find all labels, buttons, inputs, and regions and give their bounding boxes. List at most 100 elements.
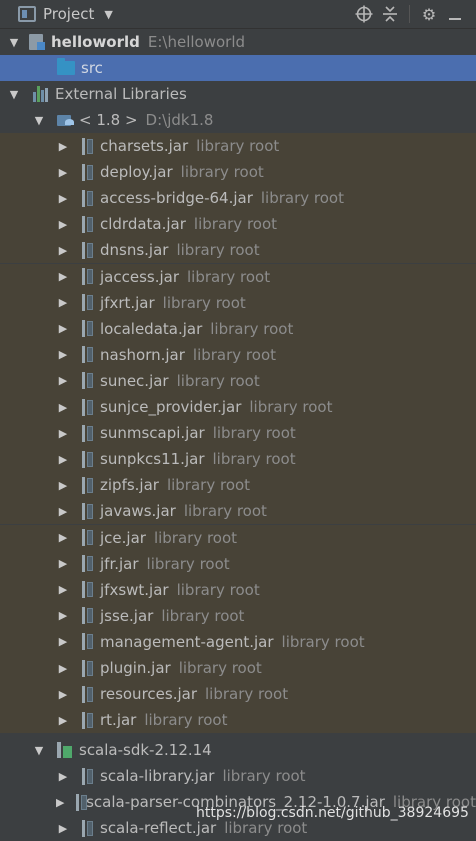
- expand-arrow-icon[interactable]: ▶: [56, 140, 70, 153]
- jdk-jar-row[interactable]: ▶ nashorn.jar library root: [0, 341, 476, 368]
- expand-arrow-icon[interactable]: ▶: [56, 374, 70, 387]
- collapse-all-icon[interactable]: [377, 1, 403, 27]
- expand-arrow-icon[interactable]: ▶: [56, 505, 70, 518]
- jar-icon: [82, 294, 94, 312]
- expand-arrow-icon[interactable]: ▶: [56, 770, 70, 783]
- jdk-jar-row[interactable]: ▶ deploy.jar library root: [0, 159, 476, 186]
- expand-arrow-icon[interactable]: ▶: [56, 688, 70, 701]
- expand-arrow-icon[interactable]: ▶: [56, 583, 70, 596]
- expand-arrow-icon[interactable]: ▶: [56, 244, 70, 257]
- jdk-jar-row[interactable]: ▶ jaccess.jar library root: [0, 263, 476, 290]
- expand-arrow-icon[interactable]: ▶: [56, 166, 70, 179]
- expand-arrow-icon[interactable]: ▶: [56, 322, 70, 335]
- jdk-jar-row[interactable]: ▶ sunec.jar library root: [0, 367, 476, 394]
- expand-arrow-icon[interactable]: ▶: [56, 192, 70, 205]
- library-root-label: library root: [153, 528, 238, 547]
- jdk-jar-row[interactable]: ▶ access-bridge-64.jar library root: [0, 185, 476, 212]
- expand-arrow-icon[interactable]: ▼: [7, 36, 21, 49]
- tree-item-external-libraries[interactable]: ▼ External Libraries: [0, 81, 476, 107]
- scala-jar-row[interactable]: ▶ scala-library.jar library root: [0, 763, 476, 789]
- expand-arrow-icon[interactable]: ▶: [56, 218, 70, 231]
- expand-arrow-icon[interactable]: ▶: [56, 531, 70, 544]
- toolbar-separator: [409, 5, 410, 23]
- expand-arrow-icon[interactable]: ▶: [56, 714, 70, 727]
- jar-icon: [82, 502, 94, 520]
- jdk-jar-row[interactable]: ▶ sunjce_provider.jar library root: [0, 394, 476, 420]
- jar-icon: [82, 137, 94, 155]
- jar-name: sunpkcs11.jar: [100, 450, 205, 469]
- jdk-jar-row[interactable]: ▶ javaws.jar library root: [0, 498, 476, 525]
- jar-name: cldrdata.jar: [100, 215, 186, 234]
- jdk-path: D:\jdk1.8: [145, 111, 214, 129]
- jar-icon: [82, 767, 94, 785]
- tree-item-src[interactable]: src: [0, 55, 476, 81]
- jar-icon: [82, 268, 94, 285]
- jdk-jar-row[interactable]: ▶ management-agent.jar library root: [0, 628, 476, 655]
- jar-icon: [82, 450, 94, 468]
- library-root-label: library root: [224, 819, 308, 837]
- chevron-down-icon: ▼: [104, 7, 113, 21]
- jar-icon: [82, 424, 94, 442]
- library-root-label: library root: [212, 424, 296, 443]
- jar-name: scala-reflect.jar: [100, 819, 217, 837]
- project-view-title: Project: [43, 5, 95, 23]
- jar-name: plugin.jar: [100, 659, 171, 677]
- jdk-jar-row[interactable]: ▶ jfr.jar library root: [0, 550, 476, 577]
- expand-arrow-icon[interactable]: ▶: [56, 453, 70, 466]
- gear-icon[interactable]: ⚙: [416, 1, 442, 27]
- library-root-label: library root: [222, 767, 306, 785]
- expand-arrow-icon[interactable]: ▶: [56, 427, 70, 440]
- expand-arrow-icon[interactable]: ▶: [56, 609, 70, 622]
- jar-icon: [82, 398, 94, 416]
- expand-arrow-icon[interactable]: ▶: [56, 822, 70, 835]
- expand-arrow-icon[interactable]: ▼: [7, 88, 21, 101]
- project-view-selector[interactable]: Project ▼: [0, 5, 113, 23]
- expand-arrow-icon[interactable]: ▶: [56, 557, 70, 570]
- jdk-jar-row[interactable]: ▶ sunmscapi.jar library root: [0, 420, 476, 447]
- expand-arrow-icon[interactable]: ▶: [56, 270, 70, 283]
- jar-name: deploy.jar: [100, 163, 173, 182]
- jdk-jar-row[interactable]: ▶ resources.jar library root: [0, 681, 476, 708]
- library-root-label: library root: [144, 711, 228, 730]
- jdk-jar-row[interactable]: ▶ jsse.jar library root: [0, 602, 476, 629]
- expand-arrow-icon[interactable]: ▶: [56, 401, 70, 414]
- jar-name: scala-library.jar: [100, 767, 215, 785]
- project-tree: ▼ helloworld E:\helloworld src ▼ Externa…: [0, 29, 476, 837]
- expand-arrow-icon[interactable]: ▶: [56, 662, 70, 675]
- jdk-jar-row[interactable]: ▶ sunpkcs11.jar library root: [0, 446, 476, 473]
- jdk-jar-row[interactable]: ▶ rt.jar library root: [0, 707, 476, 734]
- jar-name: dnsns.jar: [100, 241, 169, 260]
- jar-icon: [82, 346, 94, 364]
- jdk-jar-row[interactable]: ▶ cldrdata.jar library root: [0, 211, 476, 238]
- jdk-jar-row[interactable]: ▶ zipfs.jar library root: [0, 472, 476, 499]
- expand-arrow-icon[interactable]: ▶: [56, 479, 70, 492]
- expand-arrow-icon[interactable]: ▼: [32, 114, 46, 127]
- jdk-jar-row[interactable]: ▶ jfxswt.jar library root: [0, 576, 476, 603]
- library-root-label: library root: [212, 450, 296, 469]
- jdk-jar-row[interactable]: ▶ localedata.jar library root: [0, 315, 476, 342]
- jar-icon: [82, 529, 94, 546]
- jdk-jar-row[interactable]: ▶ jce.jar library root: [0, 524, 476, 551]
- src-label: src: [81, 59, 103, 77]
- jdk-jar-row[interactable]: ▶ dnsns.jar library root: [0, 237, 476, 264]
- tree-item-project[interactable]: ▼ helloworld E:\helloworld: [0, 29, 476, 55]
- expand-arrow-icon[interactable]: ▼: [32, 744, 46, 757]
- tree-item-scala-sdk[interactable]: ▼ scala-sdk-2.12.14: [0, 737, 476, 763]
- jar-icon: [82, 685, 94, 703]
- watermark: https://blog.csdn.net/github_38924695: [196, 805, 469, 821]
- project-tool-window-header: Project ▼ ⚙: [0, 0, 476, 29]
- jar-name: rt.jar: [100, 711, 137, 730]
- jdk-jar-row[interactable]: ▶ plugin.jar library root: [0, 655, 476, 681]
- locate-icon[interactable]: [351, 1, 377, 27]
- scala-sdk-icon: [57, 742, 73, 758]
- expand-arrow-icon[interactable]: ▶: [56, 796, 64, 809]
- tree-item-jdk[interactable]: ▼ < 1.8 > D:\jdk1.8: [0, 107, 476, 133]
- jdk-jar-row[interactable]: ▶ jfxrt.jar library root: [0, 289, 476, 316]
- expand-arrow-icon[interactable]: ▶: [56, 635, 70, 648]
- expand-arrow-icon[interactable]: ▶: [56, 296, 70, 309]
- hide-icon[interactable]: [442, 1, 468, 27]
- jar-name: management-agent.jar: [100, 632, 274, 651]
- module-icon: [29, 34, 45, 50]
- expand-arrow-icon[interactable]: ▶: [56, 348, 70, 361]
- jdk-jar-row[interactable]: ▶ charsets.jar library root: [0, 133, 476, 159]
